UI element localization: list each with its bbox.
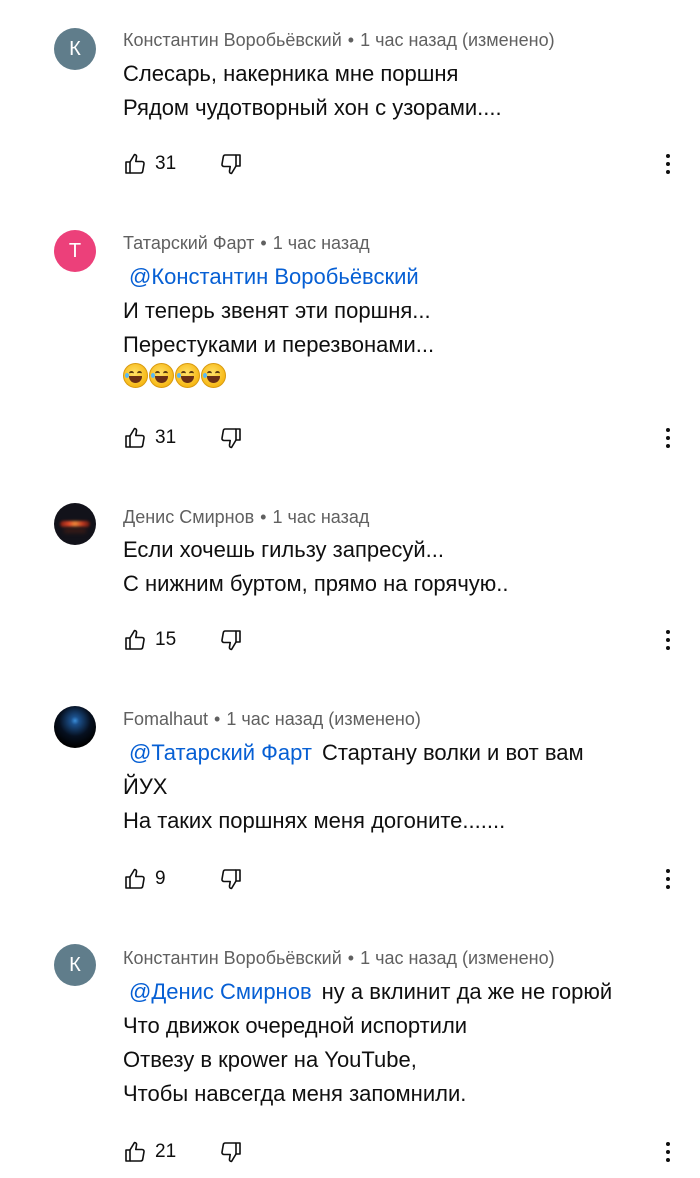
dislike-button[interactable] [219,623,243,657]
avatar-letter: Т [68,239,82,262]
more-vertical-icon[interactable] [658,421,678,455]
comment-author[interactable]: Константин Воробьёвский [123,30,342,50]
grinning-squinting-face-emoji [201,363,226,388]
avatar[interactable] [54,503,96,545]
comment-line: С нижним буртом, прямо на горячую.. [123,571,509,596]
comment-time: 1 час назад (изменено) [360,948,555,968]
comment-line: Отвезу в кроwer на YouTube, [123,1047,417,1072]
comment-text: Слесарь, накерника мне поршня Рядом чудо… [123,57,673,125]
meta-separator: • [214,709,221,729]
grinning-squinting-face-emoji [149,363,174,388]
comment-text: @Константин Воробьёвский И теперь звенят… [123,260,673,388]
meta-separator: • [347,948,355,968]
comment-meta: Константин Воробьёвский • 1 час назад (изм… [123,30,555,51]
comment-line: Рядом чудотворный хон с узорами.... [123,95,502,120]
thumbs-up-icon [123,426,147,450]
avatar[interactable]: Т [54,230,96,272]
comment-author[interactable]: Константин Воробьёвский [123,948,342,968]
more-vertical-icon[interactable] [658,862,678,896]
like-button[interactable]: 15 [123,623,176,657]
grinning-squinting-face-emoji [123,363,148,388]
comment-line: Стартану волки и вот вам [321,740,584,765]
thumbs-down-icon [219,426,243,450]
thumbs-up-icon [123,152,147,176]
more-vertical-icon[interactable] [658,147,678,181]
like-count: 31 [155,427,177,448]
thumbs-up-icon [123,1140,147,1164]
comment-line: И теперь звенят эти поршня... [123,298,431,323]
comment-line: ну а вклинит да же не горюй [321,979,613,1004]
comment-time: 1 час назад [272,233,370,253]
comment-line: Чтобы навсегда меня запомнили. [123,1081,467,1106]
like-button[interactable]: 9 [123,862,166,896]
avatar-letter: К [69,37,81,60]
comment-author[interactable]: Денис Смирнов [123,507,254,527]
like-button[interactable]: 31 [123,421,176,455]
comment-line: Если хочешь гильзу запресуй... [123,537,444,562]
comment-actions: 21 [123,1135,683,1169]
meta-separator: • [347,30,355,50]
comment-text: @Татарский Фарт Стартану волки и вот вам … [123,736,673,838]
mention-link[interactable]: @Константин Воробьёвский [123,264,429,289]
dislike-button[interactable] [219,147,243,181]
dislike-button[interactable] [219,1135,243,1169]
comment-line: Слесарь, накерника мне поршня [123,61,459,86]
comment-time: 1 час назад (изменено) [226,709,421,729]
thumbs-up-icon [123,628,147,652]
comment-text: @Денис Смирнов ну а вклинит да же не горю… [123,975,673,1111]
more-vertical-icon[interactable] [658,1135,678,1169]
comment-meta: Татарский Фарт • 1 час назад [123,233,370,254]
comment-actions: 31 [123,421,683,455]
comment-actions: 9 [123,862,683,896]
comment-line: ЙУХ [123,774,168,799]
avatar[interactable] [54,706,96,748]
meta-separator: • [260,507,267,527]
thumbs-down-icon [219,867,243,891]
comment-meta: Fomalhaut • 1 час назад (изменено) [123,709,421,730]
thumbs-down-icon [219,628,243,652]
like-count: 15 [155,629,177,650]
comment-actions: 15 [123,623,683,657]
thumbs-up-icon [123,867,147,891]
avatar-letter: К [69,953,81,976]
comment-line: Перестуками и перезвонами... [123,332,435,357]
comment-line: На таких поршнях меня догоните....... [123,808,506,833]
comment-time: 1 час назад (изменено) [360,30,555,50]
comment-author[interactable]: Татарский Фарт [123,233,254,253]
meta-separator: • [260,233,267,253]
mention-link[interactable]: @Денис Смирнов [123,979,322,1004]
comment-meta: Константин Воробьёвский • 1 час назад (изм… [123,948,555,969]
like-count: 21 [155,1141,177,1162]
avatar[interactable]: К [54,28,96,70]
more-vertical-icon[interactable] [658,623,678,657]
mention-link[interactable]: @Татарский Фарт [123,740,322,765]
avatar[interactable]: К [54,944,96,986]
like-count: 31 [155,153,177,174]
comment-time: 1 час назад [272,507,370,527]
thumbs-down-icon [219,152,243,176]
grinning-squinting-face-emoji [175,363,200,388]
dislike-button[interactable] [219,862,243,896]
comment-meta: Денис Смирнов • 1 час назад [123,507,369,528]
comment-actions: 31 [123,147,683,181]
comment-line: Что движок очередной испортили [123,1013,468,1038]
thumbs-down-icon [219,1140,243,1164]
like-count: 9 [155,868,166,889]
emoji-row [123,363,673,388]
like-button[interactable]: 21 [123,1135,176,1169]
dislike-button[interactable] [219,421,243,455]
comment-text: Если хочешь гильзу запресуй... С нижним … [123,533,673,601]
like-button[interactable]: 31 [123,147,176,181]
comment-author[interactable]: Fomalhaut [123,709,208,729]
